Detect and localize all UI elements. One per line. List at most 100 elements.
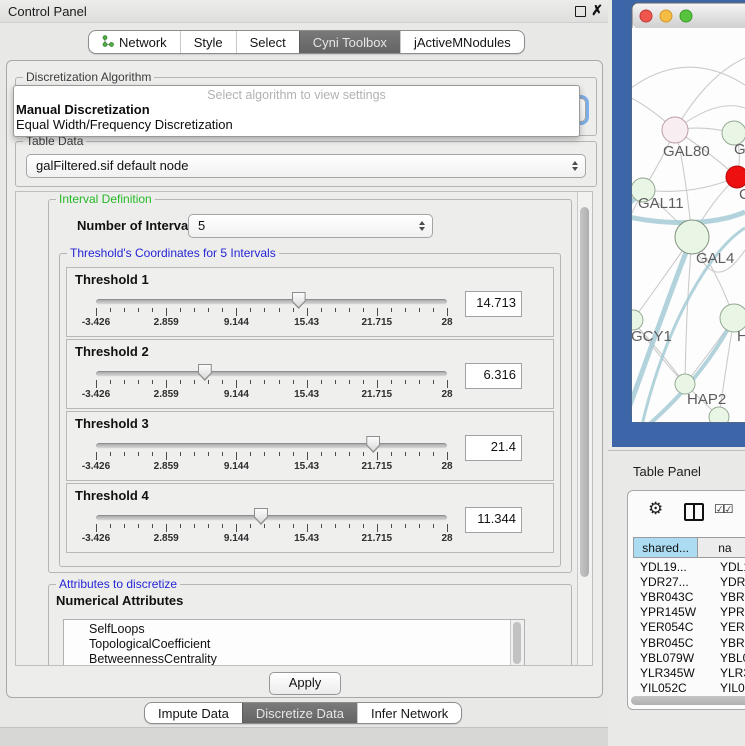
table-cell[interactable]: YER054C: [633, 620, 711, 634]
slider-track[interactable]: [96, 371, 447, 377]
threshold-value-field[interactable]: 14.713: [465, 291, 522, 317]
slider-thumb-icon[interactable]: [366, 436, 380, 453]
popup-item-manual-discretization[interactable]: Manual Discretization: [14, 102, 579, 117]
close-window-icon[interactable]: [640, 10, 652, 22]
cyni-mode-tabbar: Impute Data Discretize Data Infer Networ…: [144, 702, 462, 724]
combo-arrows-icon: [419, 221, 425, 231]
attribute-item[interactable]: TopologicalCoefficient: [64, 637, 524, 652]
network-node-label: GAL4: [696, 250, 734, 267]
table-row[interactable]: YDL19...YDL1: [633, 559, 745, 574]
tab-impute-data[interactable]: Impute Data: [145, 703, 242, 723]
control-panel-header: Control Panel ✗: [0, 0, 608, 23]
table-cell[interactable]: YDL19...: [633, 560, 711, 574]
network-node[interactable]: [726, 166, 745, 188]
table-panel-titlebar: Table Panel: [608, 450, 745, 487]
table-cell[interactable]: YIL0: [711, 681, 745, 695]
network-node[interactable]: [662, 117, 688, 143]
table-row[interactable]: YDR27...YDR2: [633, 574, 745, 589]
table-cell[interactable]: YER0: [711, 620, 745, 634]
table-cell[interactable]: YDR27...: [633, 575, 711, 589]
table-cell[interactable]: YLR3: [711, 666, 745, 680]
slider-track[interactable]: [96, 443, 447, 449]
tab-style[interactable]: Style: [180, 31, 236, 53]
close-panel-icon[interactable]: ✗: [591, 2, 603, 19]
table-row[interactable]: YBL079WYBL0: [633, 650, 745, 665]
table-cell[interactable]: YBR0: [711, 590, 745, 604]
group-title: Discretization Algorithm: [23, 70, 154, 84]
zoom-window-icon[interactable]: [680, 10, 692, 22]
table-hscrollbar[interactable]: [631, 696, 745, 705]
threshold-slider[interactable]: -3.4262.8599.14415.4321.71528: [96, 362, 447, 406]
tab-label: jActiveMNodules: [414, 35, 511, 50]
table-panel: ⚙ ☑☑ shared... na YDL19...YDL1YDR27...YD…: [627, 490, 745, 710]
slider-thumb-icon[interactable]: [198, 364, 212, 381]
tab-infer-network[interactable]: Infer Network: [357, 703, 461, 723]
combo-arrows-icon: [572, 161, 578, 171]
table-row[interactable]: YPR145WYPR1: [633, 605, 745, 620]
slider-thumb-icon[interactable]: [254, 508, 268, 525]
attributes-scrollbar[interactable]: [510, 620, 524, 666]
network-node[interactable]: [675, 220, 709, 254]
slider-track[interactable]: [96, 515, 447, 521]
number-of-intervals-combobox[interactable]: 5: [188, 214, 433, 238]
threshold-value-field[interactable]: 21.4: [465, 435, 522, 461]
threshold-value-field[interactable]: 11.344: [465, 507, 522, 533]
select-columns-icon[interactable]: ☑☑: [714, 502, 732, 516]
popup-item-equal-width-frequency[interactable]: Equal Width/Frequency Discretization: [14, 117, 579, 132]
gear-icon[interactable]: ⚙: [648, 499, 663, 519]
control-panel: Control Panel ✗ Network Style Select: [0, 0, 608, 745]
threshold-slider[interactable]: -3.4262.8599.14415.4321.71528: [96, 434, 447, 478]
minimize-window-icon[interactable]: [660, 10, 672, 22]
table-header-row: shared... na: [628, 537, 745, 558]
threshold-title: Threshold 1: [75, 272, 545, 287]
tab-network[interactable]: Network: [89, 31, 180, 53]
group-title: Interval Definition: [56, 192, 155, 206]
control-panel-tabbar: Network Style Select Cyni Toolbox jActiv…: [88, 30, 525, 54]
thresholds-group: Threshold's Coordinates for 5 Intervals …: [59, 253, 561, 567]
threshold-slider[interactable]: -3.4262.8599.14415.4321.71528: [96, 290, 447, 334]
threshold-slider[interactable]: -3.4262.8599.14415.4321.71528: [96, 506, 447, 550]
combo-value: 5: [198, 218, 205, 233]
table-cell[interactable]: YBL0: [711, 651, 745, 665]
table-cell[interactable]: YDR2: [711, 575, 745, 589]
threshold-box: Threshold 3 -3.4262.8599.14415.4321.7152…: [66, 411, 554, 481]
table-row[interactable]: YIL052CYIL0: [633, 681, 745, 696]
numerical-attributes-list[interactable]: SelfLoops TopologicalCoefficient Between…: [63, 619, 525, 666]
table-panel-title: Table Panel: [633, 464, 701, 479]
tab-discretize-data[interactable]: Discretize Data: [242, 703, 357, 723]
tab-cyni-toolbox[interactable]: Cyni Toolbox: [299, 31, 400, 53]
split-columns-icon[interactable]: [684, 503, 704, 521]
attribute-item[interactable]: BetweennessCentrality: [64, 652, 524, 666]
table-cell[interactable]: YPR145W: [633, 605, 711, 619]
table-cell[interactable]: YBR045C: [633, 636, 711, 650]
table-row[interactable]: YLR345WYLR3: [633, 665, 745, 680]
table-cell[interactable]: YIL052C: [633, 681, 711, 695]
table-data-combobox[interactable]: galFiltered.sif default node: [26, 154, 586, 178]
tab-label: Network: [119, 35, 167, 50]
table-cell[interactable]: YDL1: [711, 560, 745, 574]
tab-jactivemnodules[interactable]: jActiveMNodules: [400, 31, 524, 53]
table-cell[interactable]: YLR345W: [633, 666, 711, 680]
table-row[interactable]: YBR045CYBR0: [633, 635, 745, 650]
column-header-shared-name[interactable]: shared...: [633, 537, 698, 558]
slider-thumb-icon[interactable]: [292, 292, 306, 309]
threshold-box: Threshold 2 -3.4262.8599.14415.4321.7152…: [66, 339, 554, 409]
network-node-label: H: [737, 328, 745, 345]
threshold-value-field[interactable]: 6.316: [465, 363, 522, 389]
status-strip: [0, 727, 608, 746]
table-row[interactable]: YER054CYER0: [633, 620, 745, 635]
column-header-name[interactable]: na: [698, 537, 745, 558]
apply-button[interactable]: Apply: [269, 672, 341, 695]
table-row[interactable]: YBR043CYBR0: [633, 589, 745, 604]
tab-select[interactable]: Select: [236, 31, 299, 53]
settings-scrollbar[interactable]: [577, 192, 592, 665]
table-cell[interactable]: YBR043C: [633, 590, 711, 604]
tab-label: Select: [250, 35, 286, 50]
table-cell[interactable]: YBL079W: [633, 651, 711, 665]
network-node-label: GCY1: [631, 328, 672, 345]
float-window-icon[interactable]: [575, 6, 586, 17]
slider-track[interactable]: [96, 299, 447, 305]
attribute-item[interactable]: SelfLoops: [64, 622, 524, 637]
table-cell[interactable]: YBR0: [711, 636, 745, 650]
table-cell[interactable]: YPR1: [711, 605, 745, 619]
